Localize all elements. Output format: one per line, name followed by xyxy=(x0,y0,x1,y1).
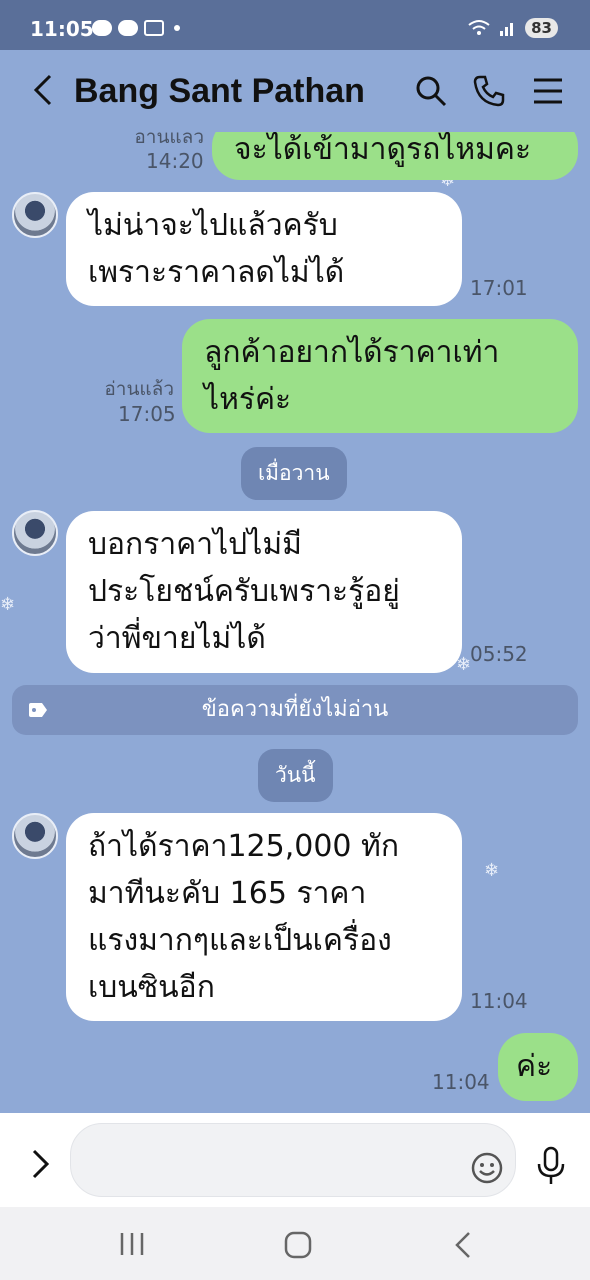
menu-icon[interactable] xyxy=(531,74,565,108)
outgoing-message[interactable]: ลูกค้าอยากได้ราคาเท่า ไหร่ค่ะ xyxy=(182,319,578,433)
chat-bubble-icon xyxy=(118,20,138,36)
unread-label: ข้อความที่ยังไม่อ่าน xyxy=(201,697,389,722)
message-line: เพราะราคาลดไม่ได้ xyxy=(88,255,345,290)
date-divider: เมื่อวาน xyxy=(241,447,347,500)
read-receipt: อ่านแล้ว xyxy=(104,378,174,400)
message-text: ค่ะ xyxy=(516,1049,553,1084)
battery-level: 83 xyxy=(525,18,558,38)
message-line: ถ้าได้ราคา125,000 ทัก xyxy=(88,829,399,864)
status-right: 83 xyxy=(467,18,558,38)
message-time: 17:05 xyxy=(118,402,176,426)
incoming-message[interactable]: ถ้าได้ราคา125,000 ทัก มาทีนะคับ 165 ราคา… xyxy=(66,813,462,1021)
microphone-button[interactable] xyxy=(536,1146,566,1186)
incoming-message[interactable]: ไม่น่าจะไปแล้วครับ เพราะราคาลดไม่ได้ xyxy=(66,192,462,306)
tag-icon xyxy=(29,703,47,717)
chat-area[interactable]: ❄ ❄ ❄ ❄ ❄ จะได้เข้ามาดูรถไหมคะ อ่านแล้ว … xyxy=(0,132,590,1113)
message-time: 05:52 xyxy=(470,642,528,666)
avatar[interactable] xyxy=(12,192,58,238)
unread-divider: ข้อความที่ยังไม่อ่าน xyxy=(12,685,578,735)
date-divider: วันนี้ xyxy=(258,749,333,802)
message-time: 11:04 xyxy=(470,989,528,1013)
wifi-icon xyxy=(468,20,490,35)
back-button[interactable] xyxy=(28,72,58,108)
line-app-icon xyxy=(92,20,112,36)
message-time: 17:01 xyxy=(470,276,528,300)
message-line: เบนซินอีก xyxy=(88,970,215,1005)
system-nav-bar xyxy=(0,1207,590,1280)
message-time: 11:04 xyxy=(432,1070,490,1094)
avatar[interactable] xyxy=(12,813,58,859)
chat-header: Bang Sant Pathan xyxy=(0,50,590,132)
emoji-button[interactable] xyxy=(470,1151,504,1185)
message-line: ไหร่ค่ะ xyxy=(204,382,292,417)
phone-icon[interactable] xyxy=(472,74,506,108)
outgoing-message[interactable]: ค่ะ xyxy=(498,1033,578,1101)
recent-apps-button[interactable] xyxy=(118,1231,146,1257)
dot-icon xyxy=(174,25,180,31)
outgoing-message[interactable]: จะได้เข้ามาดูรถไหมคะ xyxy=(212,132,578,180)
status-icons xyxy=(92,20,180,36)
message-line: บอกราคาไปไม่มี xyxy=(88,527,302,562)
signal-icon xyxy=(500,23,514,36)
message-time: 14:20 xyxy=(146,149,204,173)
status-time: 11:05 xyxy=(30,17,94,41)
message-input-bar xyxy=(0,1113,590,1207)
message-line: แรงมากๆและเป็นเครื่อง xyxy=(88,923,392,958)
message-line: มาทีนะคับ 165 ราคา xyxy=(88,876,367,911)
message-text: จะได้เข้ามาดูรถไหมคะ xyxy=(234,132,532,167)
snowflake-icon: ❄ xyxy=(484,860,500,881)
avatar[interactable] xyxy=(12,510,58,556)
search-icon[interactable] xyxy=(414,74,448,108)
message-line: ไม่น่าจะไปแล้วครับ xyxy=(88,208,338,243)
home-button[interactable] xyxy=(284,1231,312,1259)
screenshot-icon xyxy=(144,20,164,36)
back-nav-button[interactable] xyxy=(452,1231,474,1259)
incoming-message[interactable]: บอกราคาไปไม่มี ประโยชน์ครับเพราะรู้อยู่ … xyxy=(66,511,462,673)
message-line: ว่าพี่ขายไม่ได้ xyxy=(88,621,266,656)
status-bar: 11:05 83 xyxy=(0,0,590,50)
expand-menu-button[interactable] xyxy=(30,1147,52,1181)
message-line: ประโยชน์ครับเพราะรู้อยู่ xyxy=(88,574,400,609)
chat-title: Bang Sant Pathan xyxy=(74,72,365,110)
snowflake-icon: ❄ xyxy=(0,594,16,615)
message-input[interactable] xyxy=(70,1123,516,1197)
message-line: ลูกค้าอยากได้ราคาเท่า xyxy=(204,335,500,370)
